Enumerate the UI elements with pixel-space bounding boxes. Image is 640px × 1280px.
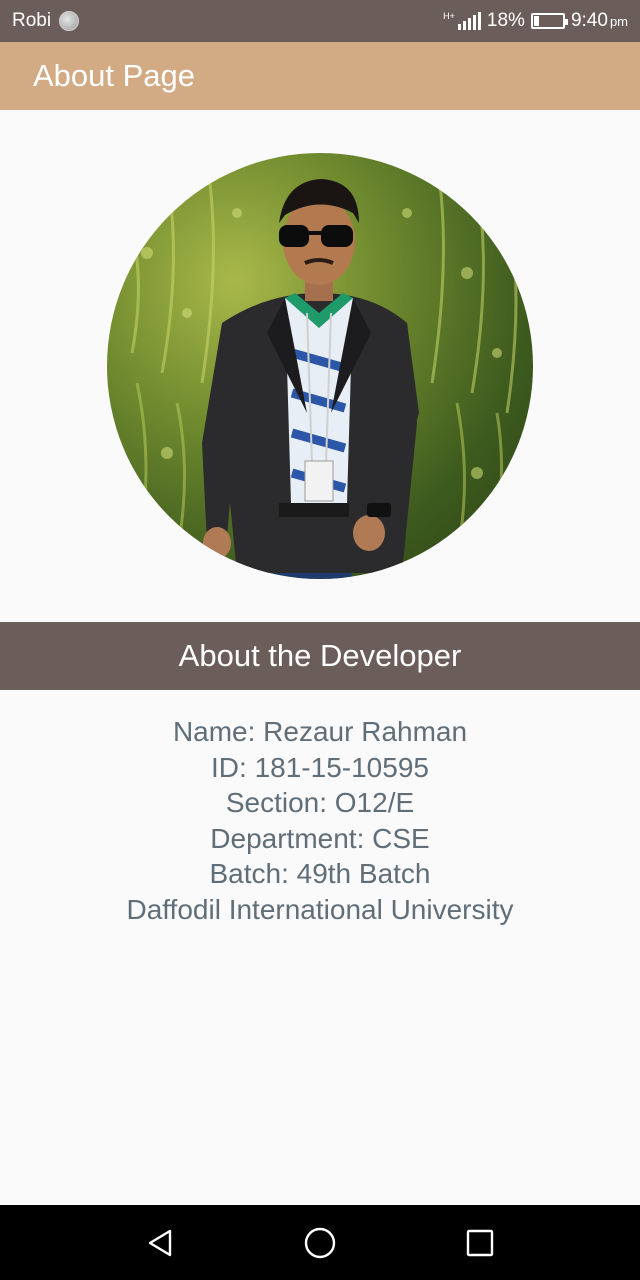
back-button[interactable] — [140, 1223, 180, 1263]
page-title: About Page — [33, 58, 196, 93]
developer-section: Section: O12/E — [225, 787, 415, 819]
battery-icon: ⟿ — [530, 13, 568, 29]
section-title: About the Developer — [178, 638, 462, 673]
home-circle-icon — [304, 1227, 336, 1258]
home-button[interactable] — [300, 1223, 340, 1263]
battery-percent: 18% — [486, 10, 525, 31]
app-bar: About Page — [0, 42, 640, 110]
battery-fill — [533, 16, 539, 26]
recents-square-icon — [466, 1229, 494, 1256]
navigation-bar — [0, 1205, 640, 1280]
status-bar: Robi H+ 18% ⟿ 9:40 pm — [0, 0, 640, 42]
section-header: About the Developer — [0, 622, 640, 690]
developer-id: ID: 181-15-10595 — [211, 751, 429, 783]
charging-bolt-icon: ⟿ — [540, 15, 556, 28]
clock-ampm: pm — [609, 14, 628, 29]
developer-info: Name: Rezaur Rahman ID: 181-15-10595 Sec… — [0, 714, 640, 928]
network-type: H+ — [443, 11, 455, 21]
developer-university: Daffodil International University — [126, 893, 514, 925]
developer-department: Department: CSE — [210, 822, 430, 854]
clock: 9:40 pm — [571, 10, 628, 32]
notification-dot-icon — [59, 11, 80, 31]
status-left: Robi — [12, 10, 80, 32]
developer-name: Name: Rezaur Rahman — [172, 716, 468, 747]
status-right: H+ 18% ⟿ 9:40 pm — [443, 10, 628, 32]
clock-time: 9:40 — [570, 10, 608, 31]
recents-button[interactable] — [460, 1223, 500, 1263]
signal-icon: H+ — [443, 12, 481, 30]
back-triangle-icon — [148, 1229, 172, 1256]
person-photo-icon — [125, 162, 518, 579]
profile-photo — [107, 153, 533, 579]
developer-batch: Batch: 49th Batch — [209, 858, 431, 890]
carrier-name: Robi — [12, 10, 52, 31]
